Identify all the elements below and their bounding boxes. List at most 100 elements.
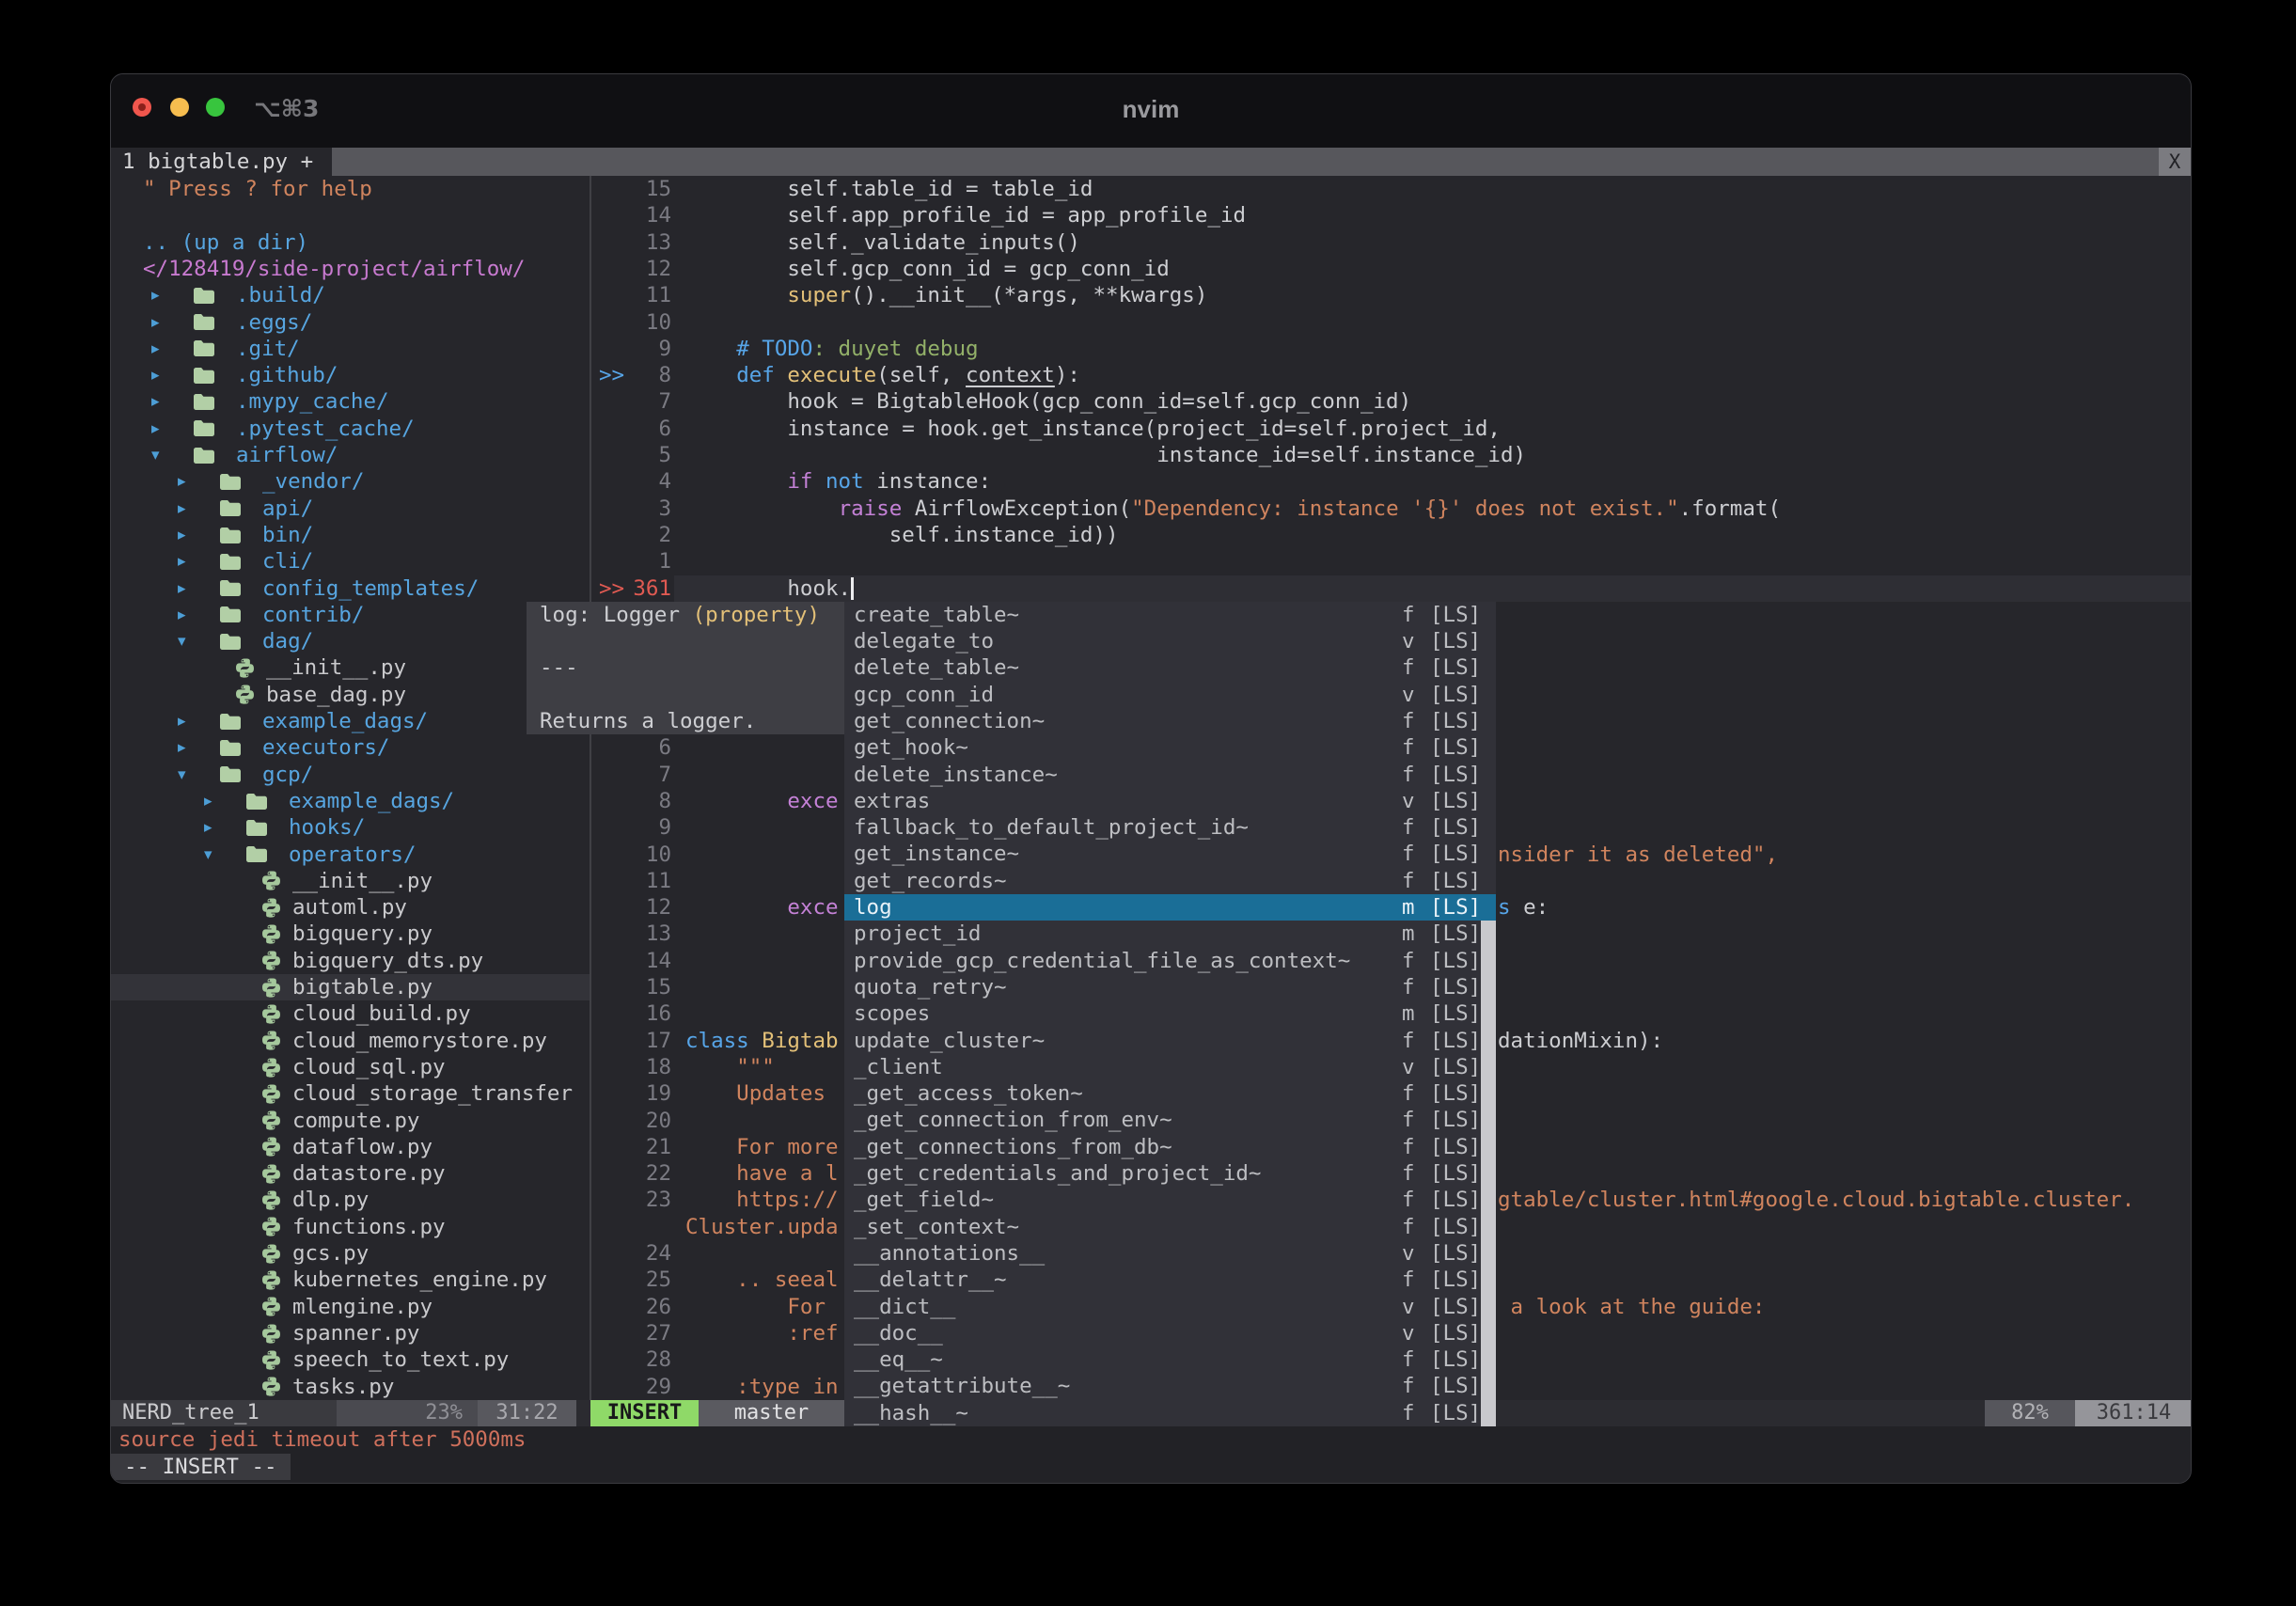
completion-item[interactable]: project_idm[LS] (844, 921, 1496, 947)
completion-item[interactable]: gcp_conn_idv[LS] (844, 682, 1496, 708)
tree-row-file[interactable]: functions.py (111, 1214, 590, 1240)
tree-row-file[interactable]: __init__.py (111, 868, 590, 894)
editor-line[interactable]: 13 self._validate_inputs() (591, 229, 2192, 256)
editor-line[interactable]: 15 self.table_id = table_id (591, 176, 2192, 202)
tree-row-file[interactable]: automl.py (111, 894, 590, 921)
tree-row-dir[interactable]: ▸.pytest_cache/ (111, 416, 590, 442)
tree-row-file[interactable]: spanner.py (111, 1320, 590, 1346)
editor-line[interactable]: 12 self.gcp_conn_id = gcp_conn_id (591, 256, 2192, 282)
tree-row-file[interactable]: bigquery.py (111, 921, 590, 947)
tree-row-file[interactable]: cloud_sql.py (111, 1054, 590, 1080)
tree-row-file[interactable]: bigtable.py (111, 974, 590, 1000)
editor-line[interactable]: 6 instance = hook.get_instance(project_i… (591, 416, 2192, 442)
completion-item[interactable]: __dict__v[LS] (844, 1294, 1496, 1320)
tree-row-dir[interactable]: ▸example_dags/ (111, 788, 590, 814)
tree-row-dir[interactable]: ▸.mypy_cache/ (111, 388, 590, 415)
tree-row-file[interactable]: mlengine.py (111, 1294, 590, 1320)
completion-item[interactable]: get_instance~f[LS] (844, 841, 1496, 867)
editor-line[interactable]: 2 self.instance_id)) (591, 522, 2192, 548)
completion-item[interactable]: _set_context~f[LS] (844, 1214, 1496, 1240)
chevron-right-icon[interactable]: ▸ (178, 522, 219, 548)
tree-row-file[interactable]: bigquery_dts.py (111, 948, 590, 974)
completion-item[interactable]: _get_access_token~f[LS] (844, 1080, 1496, 1107)
completion-item[interactable]: __hash__~f[LS] (844, 1400, 1496, 1426)
chevron-right-icon[interactable]: ▸ (151, 388, 193, 415)
tree-row-file[interactable]: datastore.py (111, 1160, 590, 1187)
tree-row-dir[interactable]: ▸.git/ (111, 336, 590, 362)
tree-row-dir[interactable]: ▸bin/ (111, 522, 590, 548)
completion-item[interactable]: __doc__v[LS] (844, 1320, 1496, 1346)
completion-item[interactable]: get_records~f[LS] (844, 868, 1496, 894)
editor-line[interactable]: >>361 hook. (591, 575, 2192, 602)
tree-row-dir[interactable]: ▾dag/ (111, 628, 590, 654)
tree-row-file[interactable]: cloud_memorystore.py (111, 1028, 590, 1054)
tree-row-file[interactable]: tasks.py (111, 1374, 590, 1400)
tree-row-file[interactable]: dlp.py (111, 1187, 590, 1213)
tree-row-dir[interactable]: ▸_vendor/ (111, 468, 590, 495)
tree-row-dir[interactable]: ▾airflow/ (111, 442, 590, 468)
chevron-right-icon[interactable]: ▸ (151, 336, 193, 362)
editor-line[interactable]: 1 (591, 548, 2192, 575)
completion-item[interactable]: get_connection~f[LS] (844, 708, 1496, 734)
tree-row-dir[interactable]: ▸.github/ (111, 362, 590, 388)
tree-row-file[interactable]: kubernetes_engine.py (111, 1267, 590, 1293)
tree-row-dir[interactable]: ▸hooks/ (111, 814, 590, 841)
completion-item[interactable]: delete_instance~f[LS] (844, 762, 1496, 788)
tree-row-file[interactable]: gcs.py (111, 1240, 590, 1267)
tree-row-dir[interactable]: ▸executors/ (111, 734, 590, 761)
completion-item[interactable]: get_hook~f[LS] (844, 734, 1496, 761)
tab-close-button[interactable]: X (2159, 148, 2191, 176)
chevron-down-icon[interactable]: ▾ (178, 628, 219, 654)
completion-item[interactable]: delegate_tov[LS] (844, 628, 1496, 654)
completion-item[interactable]: scopesm[LS] (844, 1000, 1496, 1027)
scrollbar-thumb[interactable] (1481, 921, 1496, 1426)
tree-row-dir[interactable]: ▸.build/ (111, 282, 590, 308)
tree-row-dir[interactable]: ▾gcp/ (111, 762, 590, 788)
completion-item[interactable]: __delattr__~f[LS] (844, 1267, 1496, 1293)
tree-row-file[interactable]: __init__.py (111, 654, 590, 681)
chevron-right-icon[interactable]: ▸ (178, 468, 219, 495)
chevron-right-icon[interactable]: ▸ (178, 734, 219, 761)
completion-item[interactable]: _get_connection_from_env~f[LS] (844, 1107, 1496, 1133)
chevron-right-icon[interactable]: ▸ (204, 788, 245, 814)
tree-row-dir[interactable]: ▸example_dags/ (111, 708, 590, 734)
tree-row[interactable]: .. (up a dir) (111, 229, 590, 256)
tree-row-file[interactable]: cloud_build.py (111, 1000, 590, 1027)
tree-row-dir[interactable]: ▸api/ (111, 496, 590, 522)
chevron-right-icon[interactable]: ▸ (151, 282, 193, 308)
chevron-down-icon[interactable]: ▾ (178, 762, 219, 788)
tree-row-dir[interactable]: ▸config_templates/ (111, 575, 590, 602)
chevron-down-icon[interactable]: ▾ (204, 842, 245, 868)
tab-bigtable[interactable]: 1 bigtable.py + (111, 148, 332, 176)
completion-item[interactable]: extrasv[LS] (844, 788, 1496, 814)
completion-item[interactable]: logm[LS] (844, 894, 1496, 921)
editor-line[interactable]: 10 (591, 309, 2192, 336)
tree-row-dir[interactable]: ▾operators/ (111, 842, 590, 868)
editor-line[interactable]: 7 hook = BigtableHook(gcp_conn_id=self.g… (591, 388, 2192, 415)
completion-item[interactable]: provide_gcp_credential_file_as_context~f… (844, 948, 1496, 974)
editor-line[interactable]: 4 if not instance: (591, 468, 2192, 495)
tree-row-dir[interactable]: ▸.eggs/ (111, 309, 590, 336)
tree-row-file[interactable]: base_dag.py (111, 682, 590, 708)
completion-item[interactable]: _get_credentials_and_project_id~f[LS] (844, 1160, 1496, 1187)
chevron-right-icon[interactable]: ▸ (204, 814, 245, 841)
editor-line[interactable]: 14 self.app_profile_id = app_profile_id (591, 202, 2192, 228)
chevron-right-icon[interactable]: ▸ (178, 496, 219, 522)
completion-item[interactable]: __annotations__v[LS] (844, 1240, 1496, 1267)
completion-item[interactable]: update_cluster~f[LS] (844, 1028, 1496, 1054)
completion-item[interactable]: _get_field~f[LS] (844, 1187, 1496, 1213)
chevron-right-icon[interactable]: ▸ (178, 602, 219, 628)
completion-item[interactable]: _get_connections_from_db~f[LS] (844, 1134, 1496, 1160)
chevron-right-icon[interactable]: ▸ (151, 362, 193, 388)
completion-item[interactable]: __getattribute__~f[LS] (844, 1373, 1496, 1399)
completion-item[interactable]: quota_retry~f[LS] (844, 974, 1496, 1000)
chevron-right-icon[interactable]: ▸ (178, 575, 219, 602)
tree-row-file[interactable]: cloud_storage_transfer (111, 1080, 590, 1107)
tree-row-dir[interactable]: ▸cli/ (111, 548, 590, 575)
tree-row-file[interactable]: dataflow.py (111, 1134, 590, 1160)
completion-item[interactable]: fallback_to_default_project_id~f[LS] (844, 814, 1496, 841)
tree-row-file[interactable]: compute.py (111, 1108, 590, 1134)
editor-line[interactable]: 9 # TODO: duyet debug (591, 336, 2192, 362)
chevron-right-icon[interactable]: ▸ (151, 416, 193, 442)
completion-item[interactable]: delete_table~f[LS] (844, 654, 1496, 681)
